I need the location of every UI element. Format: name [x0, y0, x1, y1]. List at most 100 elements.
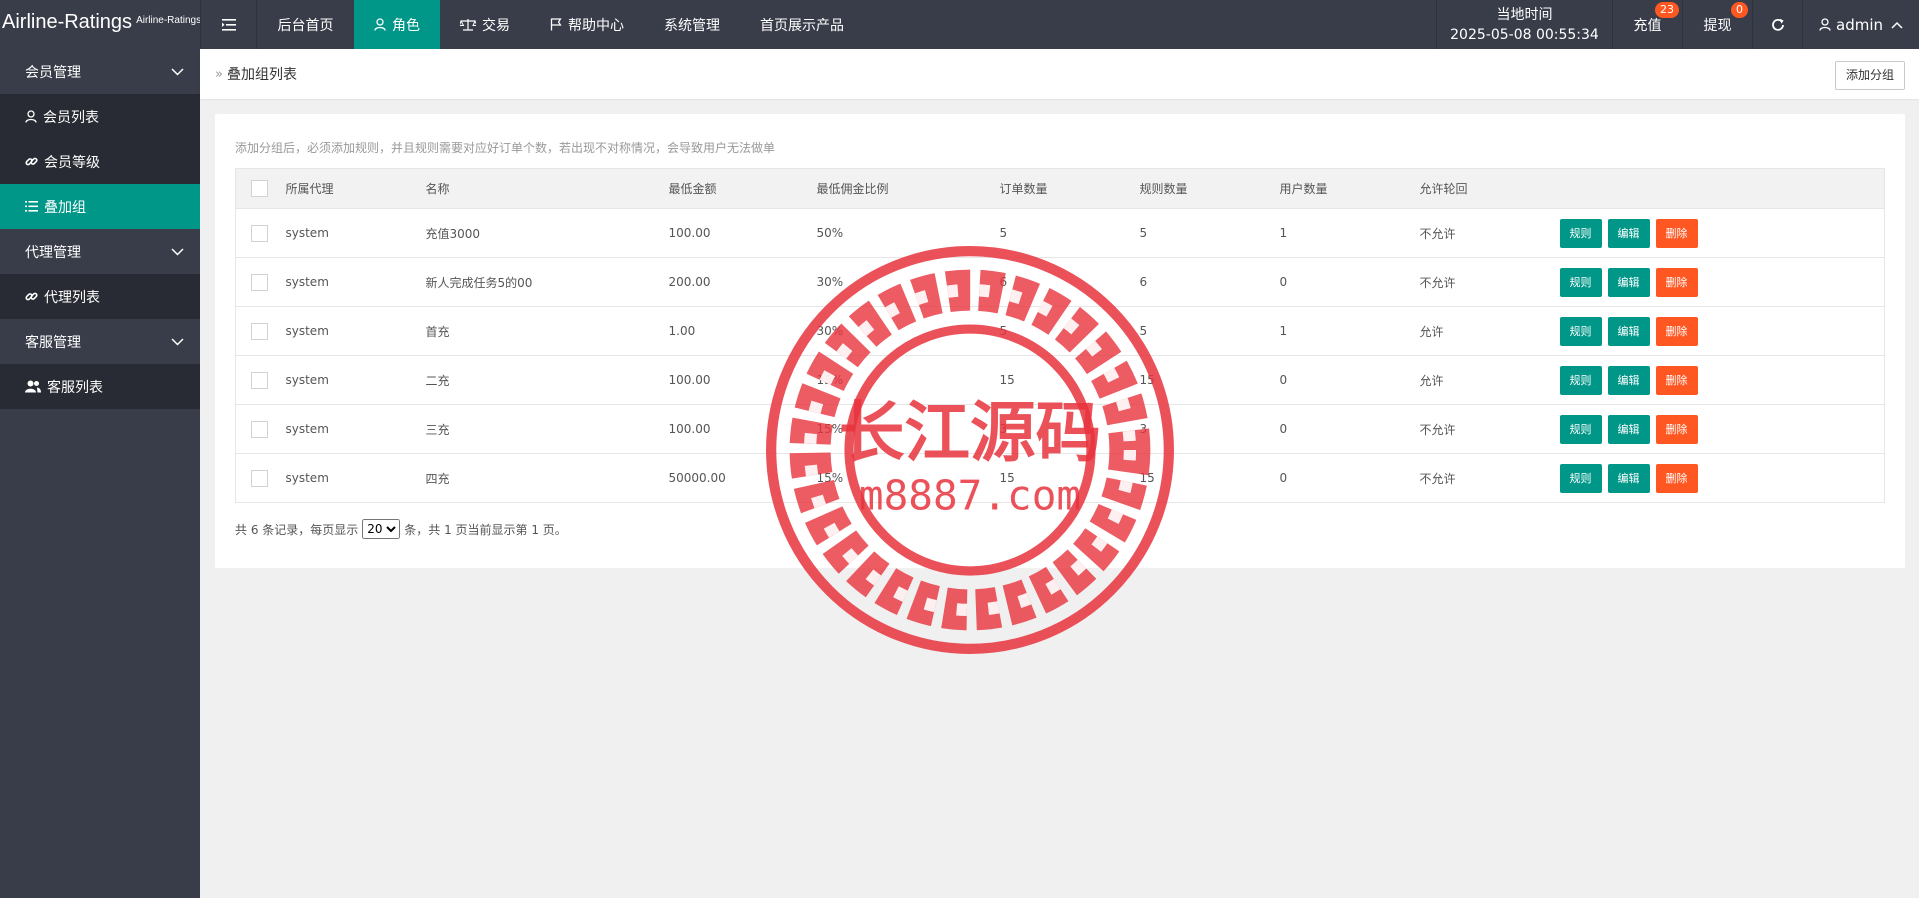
nav-system-label: 系统管理 [664, 17, 720, 34]
row-select-cell [235, 257, 286, 307]
row-select-cell [235, 355, 286, 405]
sidebar-group-service[interactable]: 客服管理 [0, 319, 200, 364]
chevron-down-icon [171, 247, 184, 256]
cell-ratio: 30% [816, 257, 1000, 307]
cell-min-amount: 100.00 [668, 208, 817, 258]
cell-min-amount: 50000.00 [668, 471, 726, 485]
cell-cycle: 允许 [1419, 355, 1560, 405]
list-icon [25, 201, 38, 212]
sidebar-group-label: 会员管理 [25, 64, 81, 81]
sidebar-item-stack-group[interactable]: 叠加组 [0, 184, 200, 229]
sidebar-item-service-list[interactable]: 客服列表 [0, 364, 200, 409]
cell-min-amount: 200.00 [668, 257, 817, 307]
recharge-label: 充值 [1633, 17, 1662, 34]
rule-button[interactable]: 规则 [1559, 218, 1602, 248]
delete-button[interactable]: 删除 [1655, 414, 1698, 444]
top-header: Airline-Ratings Airline-Ratings 后台首页 角色 … [0, 0, 1919, 49]
cell-min-amount: 1.00 [668, 306, 817, 356]
user-menu[interactable]: admin [1802, 0, 1919, 49]
sidebar-group-agent[interactable]: 代理管理 [0, 229, 200, 274]
delete-button[interactable]: 删除 [1655, 218, 1698, 248]
cell-cycle: 不允许 [1419, 404, 1560, 454]
chevron-up-icon [1891, 21, 1903, 29]
delete-button[interactable]: 删除 [1655, 365, 1698, 395]
row-select-cell [235, 306, 286, 356]
recharge-button[interactable]: 充值 23 [1612, 0, 1682, 49]
breadcrumb: » 叠加组列表 添加分组 [200, 49, 1919, 99]
nav-help[interactable]: 帮助中心 [530, 0, 644, 49]
local-time: 当地时间 2025-05-08 00:55:34 [1436, 0, 1612, 49]
cell-rules: 5 [1139, 208, 1280, 258]
edit-button[interactable]: 编辑 [1607, 414, 1650, 444]
nav-home[interactable]: 后台首页 [256, 0, 354, 49]
withdraw-button[interactable]: 提现 0 [1682, 0, 1752, 49]
delete-button[interactable]: 删除 [1655, 463, 1698, 493]
edit-button[interactable]: 编辑 [1607, 463, 1650, 493]
pager-page-text: 条，共 1 页当前显示第 1 页。 [404, 522, 567, 537]
rule-button[interactable]: 规则 [1559, 365, 1602, 395]
cell-agent: system [285, 257, 426, 307]
sidebar-item-label: 会员列表 [43, 109, 99, 126]
sidebar-group-member[interactable]: 会员管理 [0, 49, 200, 94]
sidebar-item-label: 会员等级 [44, 154, 100, 171]
cell-users: 0 [1279, 355, 1420, 405]
rule-button[interactable]: 规则 [1559, 414, 1602, 444]
sidebar-item-member-level[interactable]: 会员等级 [0, 139, 200, 184]
edit-button[interactable]: 编辑 [1607, 267, 1650, 297]
cell-rules: 5 [1139, 306, 1280, 356]
sidebar-item-member-list[interactable]: 会员列表 [0, 94, 200, 139]
tip-text: 添加分组后，必须添加规则，并且规则需要对应好订单个数，若出现不对称情况，会导致用… [235, 141, 776, 155]
add-group-button[interactable]: 添加分组 [1834, 61, 1905, 90]
edit-button[interactable]: 编辑 [1607, 316, 1650, 346]
row-actions: 规则 编辑 删除 [1559, 355, 1885, 405]
select-all-cell [235, 168, 286, 209]
scale-icon [460, 18, 476, 31]
nav-products[interactable]: 首页展示产品 [740, 0, 864, 49]
delete-button[interactable]: 删除 [1655, 267, 1698, 297]
recharge-badge: 23 [1655, 2, 1679, 18]
edit-button[interactable]: 编辑 [1607, 218, 1650, 248]
cell-name: 新人完成任务5的00 [425, 257, 669, 307]
users-icon [25, 380, 41, 393]
cell-orders: 3 [999, 404, 1140, 454]
withdraw-badge: 0 [1731, 2, 1748, 18]
table-row: system 三充 100.00 15% 3 3 0 不允许 规则 编辑 删除 [235, 404, 1885, 454]
row-checkbox[interactable] [251, 420, 268, 438]
logo[interactable]: Airline-Ratings Airline-Ratings [0, 0, 200, 49]
row-checkbox[interactable] [251, 224, 268, 242]
row-actions: 规则 编辑 删除 [1559, 306, 1885, 356]
nav-role[interactable]: 角色 [354, 0, 440, 49]
chevron-down-icon [171, 67, 184, 76]
cell-agent: system [285, 471, 329, 485]
refresh-button[interactable] [1752, 0, 1802, 49]
row-actions: 规则 编辑 删除 [1559, 257, 1885, 307]
cell-min-amount: 100.00 [668, 404, 817, 454]
cell-agent: system [285, 208, 426, 258]
cell-rules: 3 [1139, 404, 1280, 454]
cell-agent: system [285, 404, 426, 454]
cell-ratio: 15% [816, 355, 1000, 405]
row-checkbox[interactable] [251, 322, 268, 340]
cell-name: 四充 [425, 471, 450, 486]
row-actions: 规则 编辑 删除 [1559, 454, 1885, 503]
sidebar-item-agent-list[interactable]: 代理列表 [0, 274, 200, 319]
nav-system[interactable]: 系统管理 [644, 0, 740, 49]
rule-button[interactable]: 规则 [1559, 267, 1602, 297]
select-all-checkbox[interactable] [251, 180, 268, 197]
row-checkbox[interactable] [251, 273, 268, 291]
row-checkbox[interactable] [251, 469, 268, 487]
cell-cycle: 不允许 [1419, 471, 1456, 486]
nav-trade[interactable]: 交易 [440, 0, 530, 49]
rule-button[interactable]: 规则 [1559, 316, 1602, 346]
row-checkbox[interactable] [251, 371, 268, 389]
logo-subtext: Airline-Ratings [136, 15, 200, 26]
rule-button[interactable]: 规则 [1559, 463, 1602, 493]
user-icon [1819, 18, 1831, 31]
delete-button[interactable]: 删除 [1655, 316, 1698, 346]
page-size-select[interactable]: 20 [362, 519, 401, 539]
sidebar-toggle-button[interactable] [200, 0, 256, 49]
cell-agent: system [285, 306, 426, 356]
table-header-row: 所属代理 名称 最低金额 最低佣金比例 订单数量 规则数量 用户数量 允许轮回 [235, 168, 1885, 209]
edit-button[interactable]: 编辑 [1607, 365, 1650, 395]
cell-cycle: 不允许 [1419, 257, 1560, 307]
